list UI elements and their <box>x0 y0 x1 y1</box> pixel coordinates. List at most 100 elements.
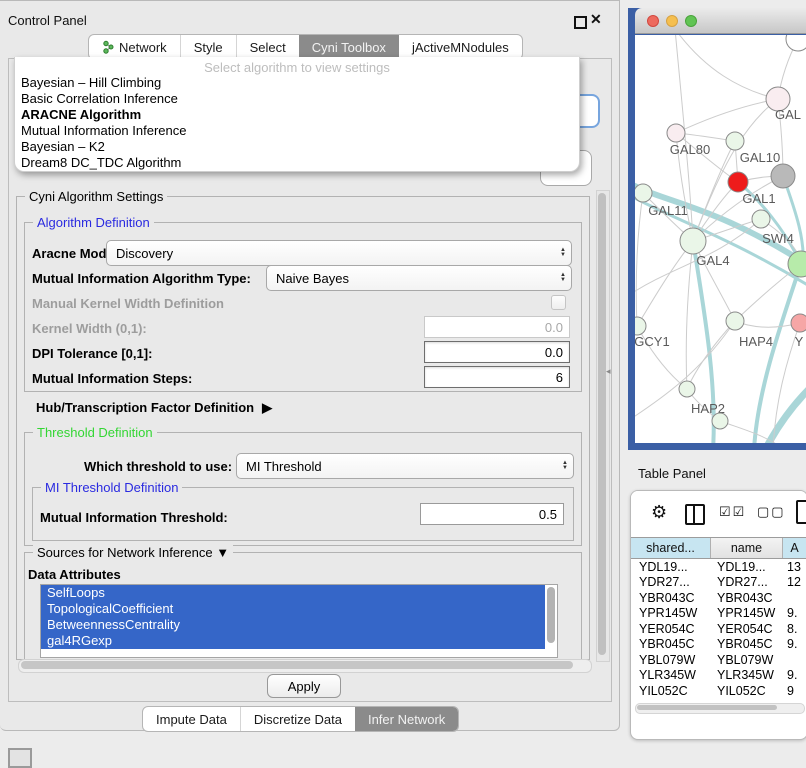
table-horizontal-scrollbar[interactable] <box>635 703 805 714</box>
data-attribute-item[interactable]: TopologicalCoefficient <box>41 601 545 617</box>
network-node-gal4[interactable] <box>680 228 706 254</box>
network-canvas[interactable]: GALGAL80GAL10GAL1GAL11SWI4GAL4GCY1HAP4YH… <box>635 35 806 443</box>
network-edge[interactable] <box>675 35 778 99</box>
deselect-all-checkboxes-icon[interactable]: ▢▢ <box>757 504 786 520</box>
network-node-gal1[interactable] <box>728 172 748 192</box>
table-row[interactable]: YDR27...YDR27...12 <box>631 575 806 591</box>
combo-arrows-icon: ▲▼ <box>555 273 571 283</box>
scrollbar-thumb[interactable] <box>637 705 777 710</box>
hub-definition-toggle[interactable]: Hub/Transcription Factor Definition▶ <box>36 400 272 416</box>
network-node-hap2[interactable] <box>679 381 695 397</box>
tab-cyni-toolbox[interactable]: Cyni Toolbox <box>299 35 399 59</box>
algorithm-option[interactable]: Dream8 DC_TDC Algorithm <box>15 155 579 171</box>
network-edge-highlighted[interactable] <box>765 387 806 443</box>
apply-button[interactable]: Apply <box>267 674 341 698</box>
combo-arrows-icon: ▲▼ <box>557 461 573 471</box>
algorithm-option[interactable]: Basic Correlation Inference <box>15 91 579 107</box>
float-window-icon[interactable] <box>574 16 587 29</box>
columns-icon[interactable] <box>685 504 705 525</box>
tab-jactivemnodules[interactable]: jActiveMNodules <box>399 35 522 59</box>
tab-discretize-data[interactable]: Discretize Data <box>240 707 355 731</box>
scrollbar-thumb[interactable] <box>21 661 573 669</box>
network-node-gal10[interactable] <box>726 132 744 150</box>
table-cell: YLR345W <box>631 668 711 682</box>
mi-steps-field[interactable] <box>424 366 570 388</box>
dpi-tolerance-field[interactable] <box>424 341 570 363</box>
gear-icon[interactable]: ⚙ <box>651 502 667 523</box>
tab-select[interactable]: Select <box>236 35 299 59</box>
algorithm-option[interactable]: Mutual Information Inference <box>15 123 579 139</box>
algorithm-option[interactable]: Bayesian – Hill Climbing <box>15 75 579 91</box>
close-icon[interactable]: ✕ <box>590 11 602 28</box>
mi-algorithm-type-label: Mutual Information Algorithm Type: <box>32 271 251 286</box>
network-node[interactable] <box>786 35 806 51</box>
algorithm-option[interactable]: ARACNE Algorithm <box>15 107 579 123</box>
network-node-gal80[interactable] <box>667 124 685 142</box>
data-attributes-list[interactable]: SelfLoopsTopologicalCoefficientBetweenne… <box>40 584 558 658</box>
column-header[interactable]: shared... <box>631 538 711 558</box>
network-node-gal11[interactable] <box>635 184 652 202</box>
minimize-traffic-light[interactable] <box>666 15 678 27</box>
zoom-traffic-light[interactable] <box>685 15 697 27</box>
node-label: GAL <box>775 107 801 122</box>
manual-kernel-width-label: Manual Kernel Width Definition <box>32 296 224 311</box>
data-attribute-item[interactable]: SelfLoops <box>41 585 545 601</box>
network-node-hap4[interactable] <box>726 312 744 330</box>
network-node-swi4[interactable] <box>752 210 770 228</box>
mi-threshold-field[interactable] <box>420 503 564 525</box>
mi-algorithm-type-select[interactable]: Naive Bayes ▲▼ <box>266 265 572 291</box>
network-node[interactable] <box>771 164 795 188</box>
table-cell: YDL19... <box>631 560 711 574</box>
select-all-checkboxes-icon[interactable]: ☑☑ <box>719 504 746 520</box>
splitter-left-icon[interactable]: ◂ <box>606 366 611 377</box>
table-row[interactable]: YBL079WYBL079W <box>631 652 806 668</box>
list-scrollbar[interactable] <box>547 587 555 643</box>
table-row[interactable]: YBR045CYBR045C9. <box>631 637 806 653</box>
new-table-icon[interactable] <box>796 500 806 524</box>
table-row[interactable]: YBR043CYBR043C <box>631 590 806 606</box>
kernel-width-field[interactable] <box>424 316 570 338</box>
data-attribute-item[interactable]: gal4RGexp <box>41 633 545 649</box>
table-row[interactable]: YIL052CYIL052C9 <box>631 683 806 699</box>
network-edge[interactable] <box>637 241 693 326</box>
network-node-gcy1[interactable] <box>635 317 646 335</box>
network-node[interactable] <box>712 413 728 429</box>
network-edge[interactable] <box>735 321 800 327</box>
tab-style[interactable]: Style <box>180 35 236 59</box>
table-row[interactable]: YLR345WYLR345W9. <box>631 668 806 684</box>
algorithm-option[interactable]: Bayesian – K2 <box>15 139 579 155</box>
which-threshold-select[interactable]: MI Threshold ▲▼ <box>236 453 574 479</box>
table-cell: 12 <box>783 575 801 589</box>
algorithm-list: Bayesian – Hill ClimbingBasic Correlatio… <box>15 75 579 171</box>
table-cell: YIL052C <box>631 684 711 698</box>
table-cell: YDR27... <box>711 575 783 589</box>
table-cell: YBL079W <box>631 653 711 667</box>
settings-horizontal-scrollbar[interactable] <box>18 659 592 673</box>
settings-vertical-scrollbar[interactable] <box>596 190 610 662</box>
table-cell: 9 <box>783 684 794 698</box>
close-traffic-light[interactable] <box>647 15 659 27</box>
tab-label: Style <box>194 40 223 55</box>
sources-toggle[interactable]: Sources for Network Inference ▼ <box>33 545 233 560</box>
network-edge[interactable] <box>676 99 778 133</box>
tab-infer-network[interactable]: Infer Network <box>355 707 458 731</box>
tab-network[interactable]: Network <box>89 35 180 59</box>
manual-kernel-width-checkbox[interactable] <box>551 295 566 310</box>
data-attributes-label: Data Attributes <box>28 567 121 582</box>
column-header[interactable]: name <box>711 538 783 558</box>
table-panel: ⚙ ☑☑ ▢▢ shared...nameA YDL19...YDL19...1… <box>630 490 806 740</box>
table-row[interactable]: YPR145WYPR145W9. <box>631 606 806 622</box>
table-row[interactable]: YDL19...YDL19...13 <box>631 559 806 575</box>
network-edge[interactable] <box>636 193 643 326</box>
minimized-panel-icon[interactable] <box>8 748 32 768</box>
table-row[interactable]: YER054CYER054C8. <box>631 621 806 637</box>
table-cell: 8. <box>783 622 797 636</box>
aracne-mode-select[interactable]: Discovery ▲▼ <box>106 240 572 266</box>
network-node-y[interactable] <box>791 314 806 332</box>
scrollbar-thumb[interactable] <box>598 193 606 655</box>
network-window-titlebar[interactable] <box>635 8 806 34</box>
tab-impute-data[interactable]: Impute Data <box>143 707 240 731</box>
data-attribute-item[interactable]: BetweennessCentrality <box>41 617 545 633</box>
network-edge-highlighted[interactable] <box>754 264 801 443</box>
column-header[interactable]: A <box>783 538 806 558</box>
